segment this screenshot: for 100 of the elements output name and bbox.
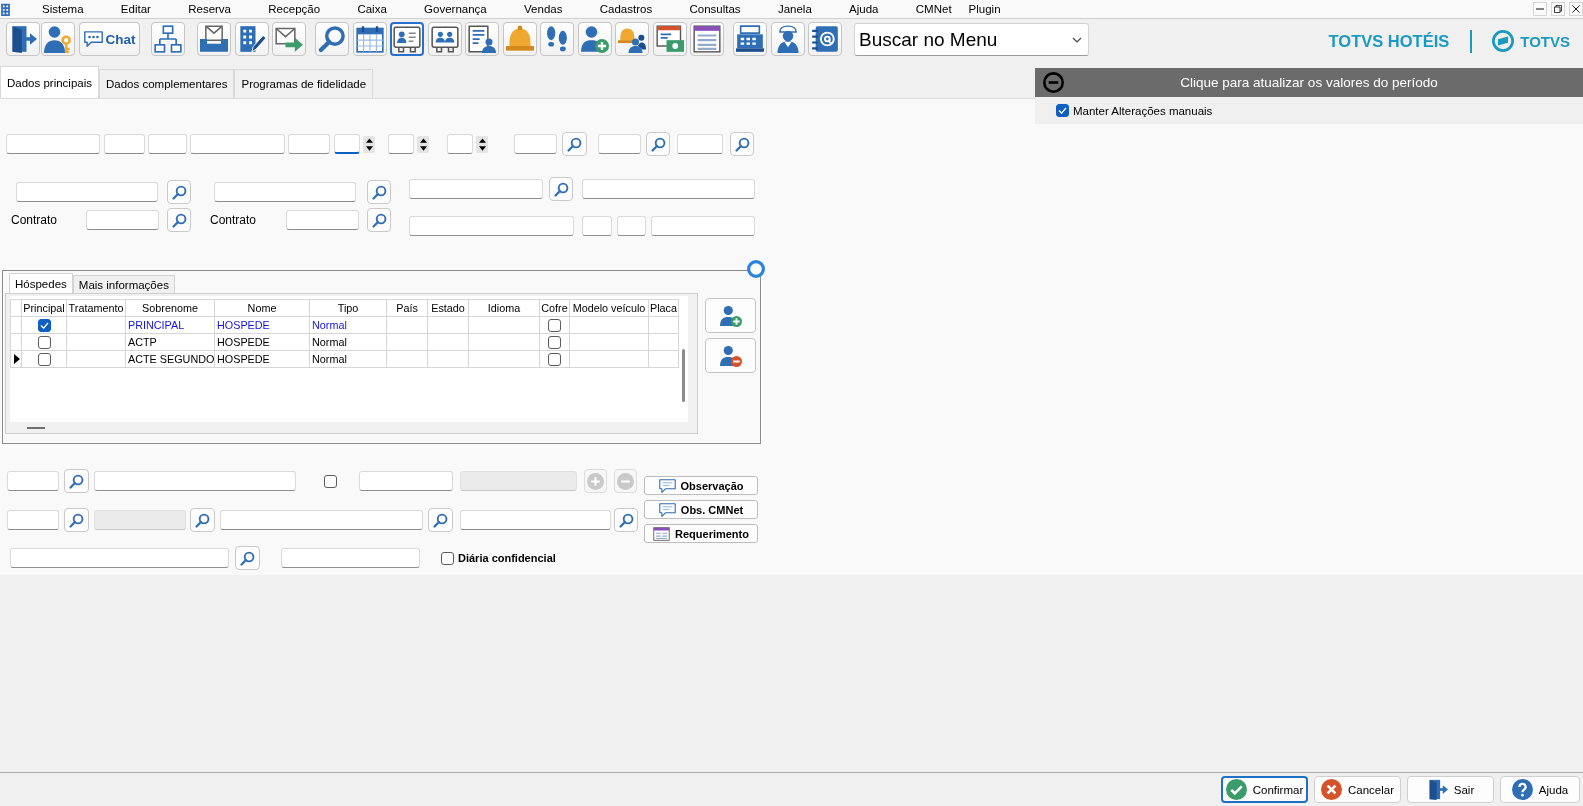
toolbar-button[interactable] [390,22,424,56]
menu-item[interactable]: Reserva [188,3,231,15]
chat-button[interactable]: Chat [79,22,140,56]
menu-item[interactable]: Consultas [689,3,741,15]
column-header[interactable]: Tipo [309,299,387,317]
search-button[interactable] [367,208,391,232]
column-header[interactable]: Placa [648,299,679,317]
checkbox[interactable] [441,551,454,565]
menu-search-combobox[interactable]: Buscar no Menu [854,23,1089,56]
search-button[interactable] [167,180,191,204]
column-header[interactable]: Principal [21,299,67,317]
collapse-icon[interactable] [1043,72,1064,93]
menu-item[interactable]: Vendas [524,3,563,15]
input-field[interactable] [214,182,356,202]
search-button[interactable] [562,132,587,156]
menu-item[interactable]: Cadastros [599,3,653,15]
input-field[interactable] [598,134,641,154]
toolbar-button[interactable] [733,22,767,56]
column-header[interactable]: Modelo veículo [569,299,649,317]
checkbox[interactable] [37,335,51,349]
column-header[interactable]: Cofre [539,299,570,317]
input-field[interactable] [16,182,158,202]
toolbar-button[interactable] [808,22,842,56]
toolbar-button[interactable] [427,22,462,56]
input-field[interactable] [220,510,423,530]
tab[interactable]: Dados complementares [99,69,235,98]
input-field[interactable] [6,134,100,154]
toolbar-button[interactable] [41,22,75,56]
input-field[interactable] [582,179,755,199]
restore-button[interactable] [1551,2,1565,16]
toolbar-button[interactable] [352,22,387,56]
add-guest-button[interactable] [705,298,756,333]
toolbar-button[interactable] [151,22,185,56]
toolbar-button[interactable] [315,22,349,56]
spinner-button[interactable] [417,135,429,153]
note-button[interactable]: Obs. CMNet [644,500,758,519]
input-field[interactable] [104,134,145,154]
toolbar-button[interactable] [465,22,499,56]
input-field[interactable] [10,548,229,568]
minimize-button[interactable] [1533,2,1547,16]
spinner-button[interactable] [476,135,488,153]
checkbox[interactable] [37,318,51,332]
input-field[interactable] [334,134,360,154]
input-field[interactable] [617,216,646,236]
menu-item[interactable]: Caixa [357,3,387,15]
scrollbar-thumb[interactable] [27,426,45,429]
search-button[interactable] [167,208,191,232]
input-field[interactable] [281,548,420,568]
checkbox[interactable] [37,352,51,366]
circle-toggle-icon[interactable] [747,260,765,278]
input-field[interactable] [7,510,59,530]
search-button[interactable] [428,508,453,532]
search-button[interactable] [614,508,638,532]
column-header[interactable]: Estado [427,299,469,317]
input-field[interactable] [582,216,612,236]
column-header[interactable]: Nome [214,299,310,317]
close-button[interactable] [1569,2,1583,16]
tab[interactable]: Dados principais [0,66,99,98]
toolbar-button[interactable] [690,22,724,56]
input-field[interactable] [651,216,755,236]
tab[interactable]: Mais informações [72,275,175,293]
checkbox[interactable] [548,318,561,332]
menu-item[interactable]: Recepção [268,3,321,15]
menu-item[interactable]: Janela [777,3,812,15]
input-field[interactable] [677,134,723,154]
input-field[interactable] [388,134,414,154]
toolbar-button[interactable] [6,22,40,56]
dialog-button[interactable]: Cancelar [1314,776,1401,803]
search-button[interactable] [367,180,391,204]
column-header[interactable]: Sobrenome [125,299,215,317]
toolbar-button[interactable] [540,22,574,56]
menu-item[interactable]: CMNet [915,3,952,15]
toolbar-button[interactable] [615,22,649,56]
checkbox[interactable] [1056,104,1069,117]
menu-item[interactable]: Ajuda [849,3,879,15]
menu-item[interactable]: Sistema [42,3,84,15]
tab[interactable]: Hóspedes [9,273,73,293]
input-field[interactable] [288,134,330,154]
toolbar-button[interactable] [197,22,231,56]
search-button[interactable] [64,508,89,532]
column-header[interactable]: Idioma [468,299,540,317]
dialog-button[interactable]: Sair [1407,776,1494,803]
menu-item[interactable]: Governança [424,3,487,15]
toolbar-button[interactable] [234,22,269,56]
toolbar-button[interactable] [577,22,612,56]
note-button[interactable]: Observação [644,476,758,495]
search-button[interactable] [64,469,89,493]
panel-title[interactable]: Clique para atualizar os valores do período [1180,75,1438,90]
dialog-button[interactable]: Ajuda [1500,776,1580,803]
toolbar-button[interactable] [770,22,805,56]
input-field[interactable] [447,134,473,154]
note-button[interactable]: Requerimento [644,524,758,543]
input-field[interactable] [86,210,159,230]
input-field[interactable] [409,179,543,199]
checkbox[interactable] [548,335,561,349]
input-field[interactable] [359,471,453,491]
input-field[interactable] [148,134,187,154]
tab[interactable]: Programas de fidelidade [234,69,374,98]
toolbar-button[interactable] [272,22,306,56]
toolbar-button[interactable] [652,22,687,56]
